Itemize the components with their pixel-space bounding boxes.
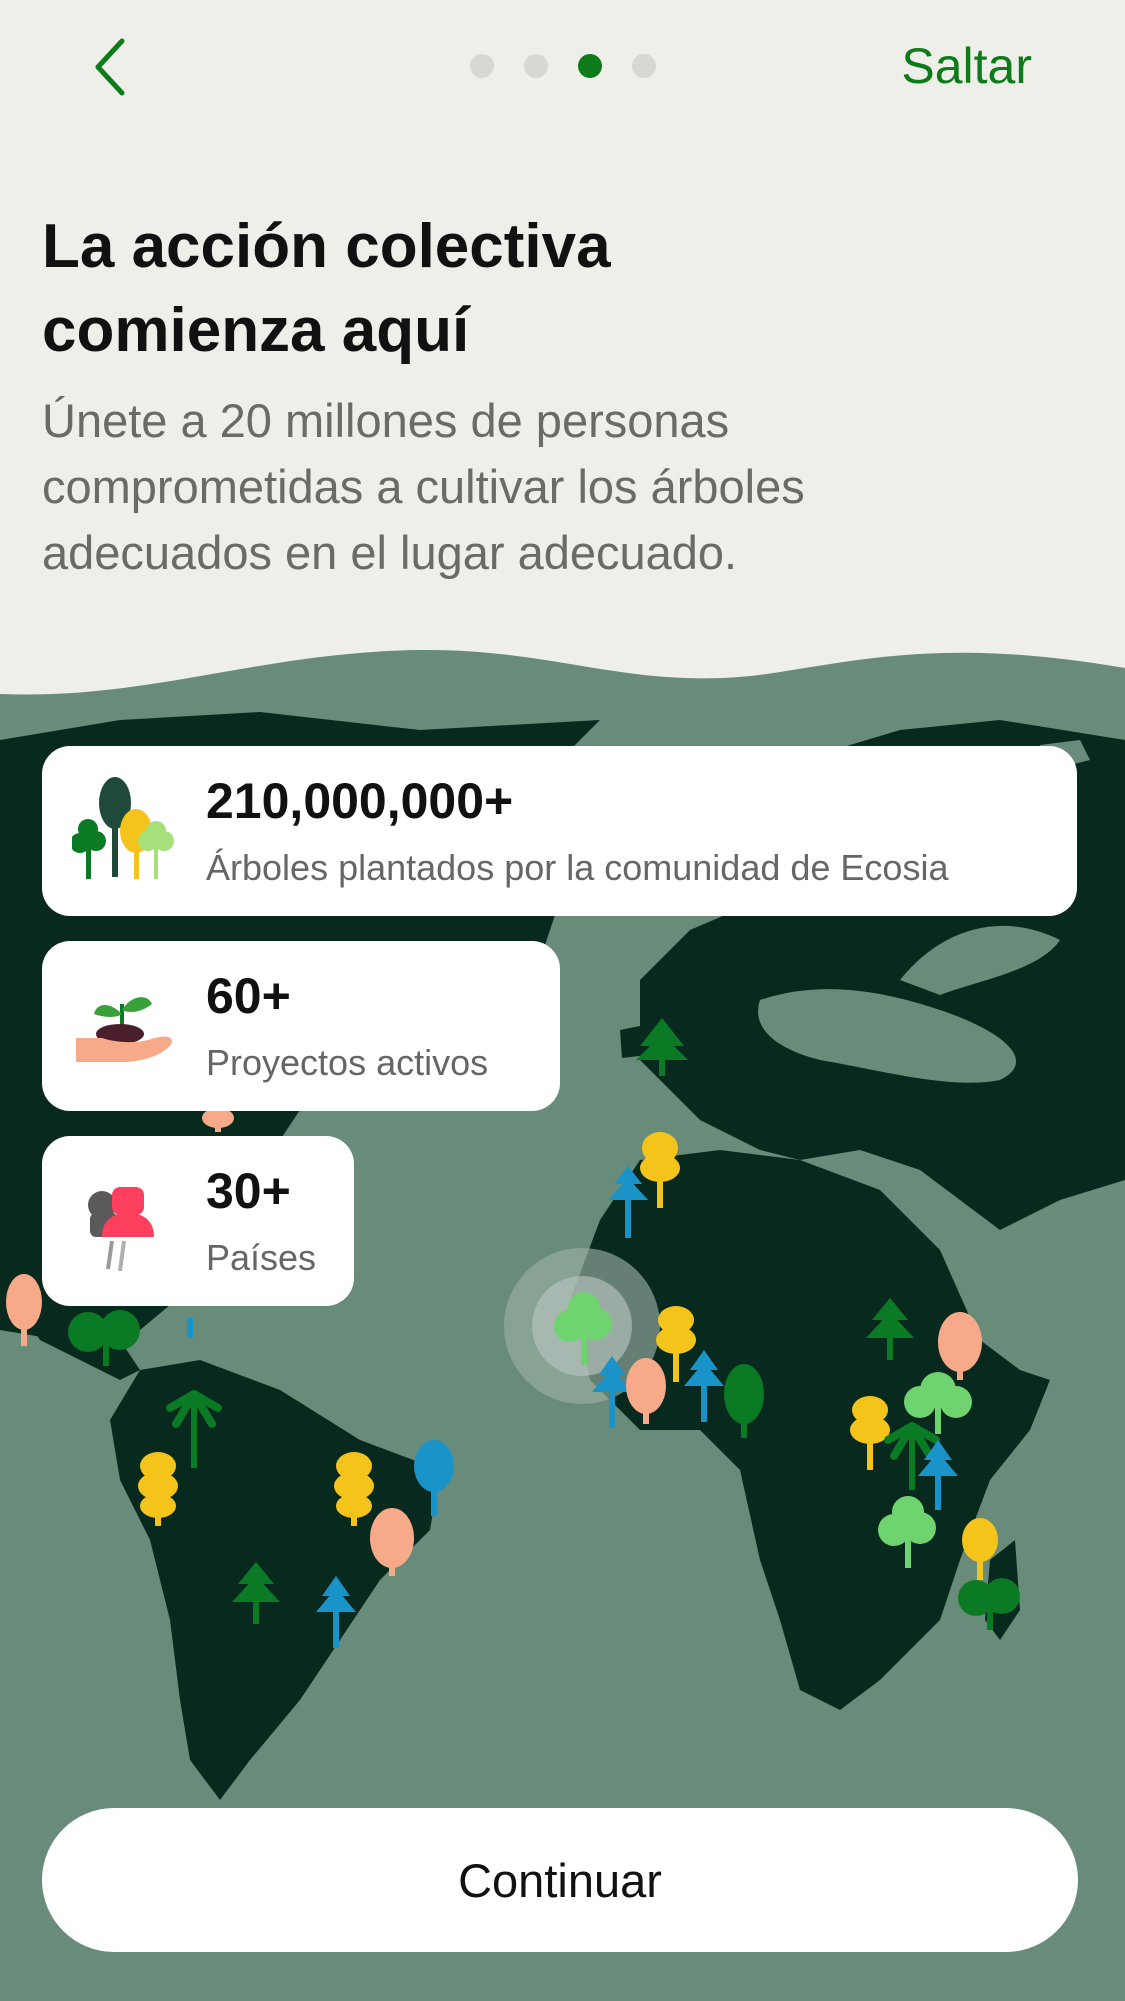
stat-value: 30+ [206, 1163, 291, 1219]
stat-label: Proyectos activos [206, 1042, 489, 1083]
stat-text: 60+ Proyectos activos [206, 964, 488, 1088]
stat-value: 60+ [206, 968, 291, 1024]
continue-button[interactable]: Continuar [42, 1808, 1078, 1952]
page-indicator [470, 54, 656, 78]
top-bar: Saltar [0, 0, 1125, 140]
page-title: La acción colectiva comienza aquí [42, 205, 942, 373]
chevron-left-icon [95, 38, 125, 96]
stat-card-projects: 60+ Proyectos activos [42, 941, 560, 1111]
page-dot-active[interactable] [578, 54, 602, 78]
stat-text: 30+ Países [206, 1159, 316, 1283]
stat-label: Árboles plantados por la comunidad de Ec… [206, 847, 949, 888]
skip-button[interactable]: Saltar [901, 34, 1032, 98]
subtitle-line: comprometidas a cultivar los árboles [42, 460, 805, 513]
stat-card-countries: 30+ Países [42, 1136, 354, 1306]
page-dot[interactable] [632, 54, 656, 78]
stat-card-trees: 210,000,000+ Árboles plantados por la co… [42, 746, 1077, 916]
page-dot[interactable] [524, 54, 548, 78]
subtitle-line: Únete a 20 millones de personas [42, 394, 730, 447]
page-subtitle: Únete a 20 millones de personas comprome… [42, 388, 1042, 586]
tree-marker [187, 1318, 193, 1338]
page-dot[interactable] [470, 54, 494, 78]
stat-text: 210,000,000+ Árboles plantados por la co… [206, 769, 948, 893]
seedling-hand-icon [72, 970, 174, 1082]
stat-label: Países [206, 1237, 317, 1278]
subtitle-line: adecuados en el lugar adecuado. [42, 526, 738, 579]
pushpin-icon [72, 1165, 174, 1277]
stat-value: 210,000,000+ [206, 773, 514, 829]
title-line: La acción colectiva [42, 212, 611, 281]
trees-icon [72, 775, 174, 887]
back-button[interactable] [80, 32, 140, 102]
title-line: comienza aquí [42, 296, 470, 365]
